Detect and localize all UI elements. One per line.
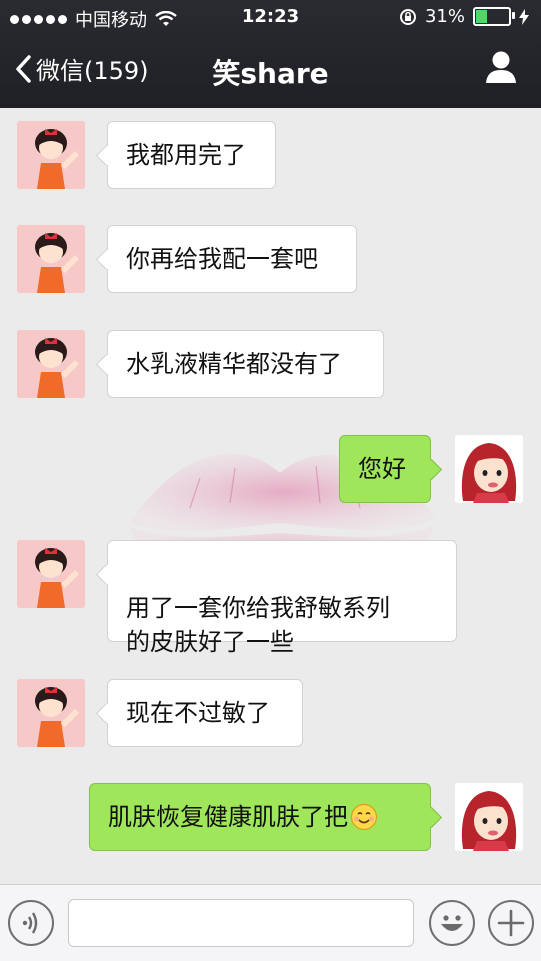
person-icon	[486, 51, 516, 83]
cartoon-girl-avatar-icon	[17, 225, 85, 293]
input-bar	[0, 884, 541, 961]
charging-bolt-icon	[519, 8, 529, 25]
top-bar: 中国移动 12:23 31% 微信(159) 笑share	[0, 0, 541, 108]
message-text: 用了一套你给我舒敏系列 的皮肤好了一些	[126, 594, 390, 656]
message-bubble-received[interactable]: 我都用完了	[107, 121, 276, 189]
smile-emoji-icon	[350, 803, 378, 831]
cartoon-girl-avatar-icon	[17, 540, 85, 608]
battery-fill	[476, 10, 487, 23]
message-text: 现在不过敏了	[126, 699, 270, 727]
message-text: 肌肤恢复健康肌肤了把	[108, 803, 348, 831]
message-bubble-sent[interactable]: 肌肤恢复健康肌肤了把	[89, 783, 431, 851]
voice-icon	[22, 912, 38, 934]
battery-icon	[473, 7, 515, 26]
cartoon-redhead-avatar-icon	[455, 435, 523, 503]
message-bubble-received[interactable]: 水乳液精华都没有了	[107, 330, 384, 398]
message-text: 水乳液精华都没有了	[126, 350, 342, 378]
message-bubble-received[interactable]: 现在不过敏了	[107, 679, 303, 747]
chat-title: 笑share	[212, 57, 329, 90]
sender-avatar[interactable]	[17, 330, 85, 398]
message-text: 您好	[358, 455, 406, 483]
sender-avatar[interactable]	[17, 225, 85, 293]
cartoon-redhead-avatar-icon	[455, 783, 523, 851]
message-text: 我都用完了	[126, 141, 246, 169]
status-bar: 中国移动 12:23 31%	[0, 0, 541, 34]
message-text: 你再给我配一套吧	[126, 245, 318, 273]
navigation-bar: 微信(159) 笑share	[0, 34, 541, 108]
chat-area[interactable]: 我都用完了 你再给我配一套吧 水乳液精华都没有了 您好 用了一套你给我舒敏系列 …	[0, 108, 541, 884]
more-options-button[interactable]	[488, 900, 534, 946]
smiley-face-icon	[441, 915, 463, 931]
rotation-lock-icon	[399, 8, 416, 25]
voice-input-button[interactable]	[8, 900, 54, 946]
message-input[interactable]	[68, 899, 414, 947]
sender-avatar[interactable]	[17, 121, 85, 189]
message-bubble-sent[interactable]: 您好	[339, 435, 431, 503]
plus-icon	[497, 909, 525, 937]
cartoon-girl-avatar-icon	[17, 330, 85, 398]
cartoon-girl-avatar-icon	[17, 121, 85, 189]
sender-avatar[interactable]	[17, 540, 85, 608]
message-bubble-received[interactable]: 用了一套你给我舒敏系列 的皮肤好了一些	[107, 540, 457, 656]
my-avatar[interactable]	[455, 435, 523, 503]
emoji-button[interactable]	[429, 900, 475, 946]
cartoon-girl-avatar-icon	[17, 679, 85, 747]
contact-profile-button[interactable]	[485, 50, 517, 88]
battery-percent: 31%	[424, 6, 465, 27]
my-avatar[interactable]	[455, 783, 523, 851]
sender-avatar[interactable]	[17, 679, 85, 747]
message-bubble-received[interactable]: 你再给我配一套吧	[107, 225, 357, 293]
